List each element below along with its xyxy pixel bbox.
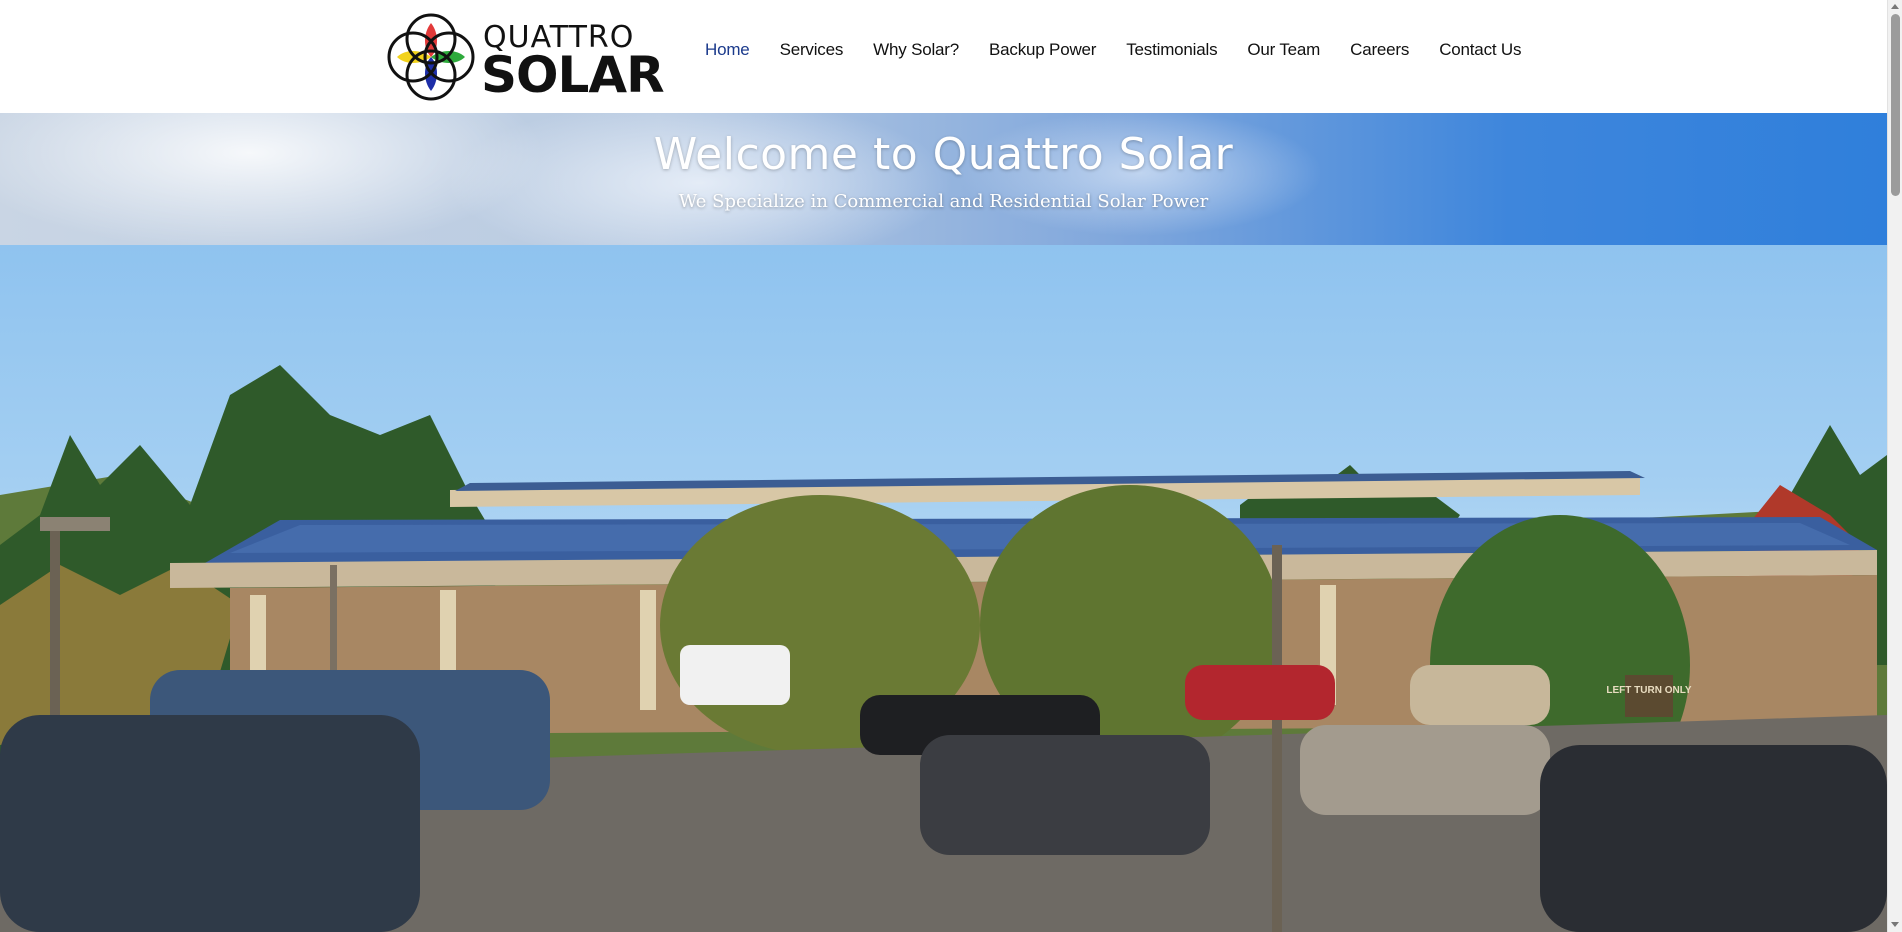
hero-photo-illustration: LEFT TURN ONLY xyxy=(0,365,1887,932)
left-turn-sign: LEFT TURN ONLY xyxy=(1606,685,1692,696)
nav-home[interactable]: Home xyxy=(705,40,750,60)
logo-text-solar: SOLAR xyxy=(481,46,665,104)
main-nav: Home Services Why Solar? Backup Power Te… xyxy=(690,38,1536,62)
scrollbar-thumb[interactable] xyxy=(1891,14,1900,196)
hero-image: LEFT TURN ONLY xyxy=(0,245,1887,932)
logo-icon xyxy=(387,13,475,101)
banner-title: Welcome to Quattro Solar xyxy=(653,129,1234,180)
banner-subtitle: We Specialize in Commercial and Resident… xyxy=(678,191,1209,212)
nav-contact-us[interactable]: Contact Us xyxy=(1439,40,1521,60)
nav-our-team[interactable]: Our Team xyxy=(1247,40,1320,60)
nav-backup-power[interactable]: Backup Power xyxy=(989,40,1096,60)
nav-services[interactable]: Services xyxy=(780,40,844,60)
site-header: QUATTRO SOLAR Home Services Why Solar? B… xyxy=(0,0,1887,113)
page-scrollbar[interactable] xyxy=(1887,0,1902,932)
nav-careers[interactable]: Careers xyxy=(1350,40,1409,60)
nav-testimonials[interactable]: Testimonials xyxy=(1126,40,1217,60)
scroll-up-icon[interactable] xyxy=(1891,4,1899,9)
welcome-banner: Welcome to Quattro Solar We Specialize i… xyxy=(0,113,1887,245)
nav-why-solar[interactable]: Why Solar? xyxy=(873,40,959,60)
scroll-down-icon[interactable] xyxy=(1891,922,1899,927)
logo[interactable]: QUATTRO SOLAR xyxy=(383,9,665,104)
